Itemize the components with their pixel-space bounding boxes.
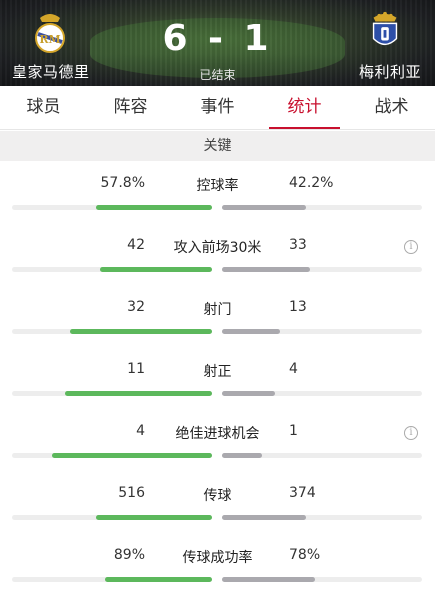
stat-row-shots-on-target: 11 射正 4 xyxy=(0,355,435,417)
home-stat-fill xyxy=(96,205,212,210)
home-stat-bar xyxy=(12,391,212,396)
tab-lineup[interactable]: 阵容 xyxy=(87,86,174,129)
home-stat-fill xyxy=(65,391,212,396)
info-icon[interactable]: i xyxy=(404,426,418,440)
away-stat-fill xyxy=(222,391,276,396)
tab-stats[interactable]: 统计 xyxy=(261,86,348,129)
stat-row-final-third-entries: 42 攻入前场30米 33 i xyxy=(0,231,435,293)
away-stat-value: 13 xyxy=(289,299,307,315)
away-stat-value: 78% xyxy=(289,547,321,563)
home-stat-bar xyxy=(12,515,212,520)
home-stat-bar xyxy=(12,205,212,210)
stat-label: 绝佳进球机会 xyxy=(175,426,260,442)
stat-label: 控球率 xyxy=(196,178,239,194)
away-stat-value: 33 xyxy=(289,237,307,253)
stat-label: 射门 xyxy=(203,302,232,318)
stat-label: 攻入前场30米 xyxy=(173,240,262,256)
home-stat-fill xyxy=(96,515,212,520)
away-stat-value: 1 xyxy=(289,423,298,439)
away-stat-fill xyxy=(222,205,307,210)
stat-label: 传球 xyxy=(203,488,232,504)
away-stat-bar xyxy=(222,577,422,582)
home-stat-fill xyxy=(69,329,212,334)
match-tabs: 球员 阵容 事件 统计 战术 xyxy=(0,86,435,130)
away-team-name[interactable]: 梅利利亚 xyxy=(359,61,421,82)
tab-tactics[interactable]: 战术 xyxy=(348,86,435,129)
away-stat-bar xyxy=(222,205,422,210)
home-stat-bar xyxy=(12,329,212,334)
stat-row-possession: 57.8% 控球率 42.2% xyxy=(0,169,435,231)
away-stat-value: 374 xyxy=(289,485,316,501)
stat-label: 传球成功率 xyxy=(182,550,253,566)
home-stat-bar xyxy=(12,453,212,458)
tab-events[interactable]: 事件 xyxy=(174,86,261,129)
stat-row-pass-accuracy: 89% 传球成功率 78% xyxy=(0,541,435,592)
away-stat-value: 42.2% xyxy=(289,175,334,191)
away-stat-bar xyxy=(222,453,422,458)
section-header-key: 关键 xyxy=(0,131,435,161)
home-stat-fill xyxy=(100,267,212,272)
away-stat-bar xyxy=(222,329,422,334)
away-stat-value: 4 xyxy=(289,361,298,377)
home-stat-bar xyxy=(12,267,212,272)
away-stat-bar xyxy=(222,515,422,520)
away-stat-bar xyxy=(222,267,422,272)
away-stat-fill xyxy=(222,453,262,458)
away-stat-fill xyxy=(222,267,310,272)
stat-row-shots: 32 射门 13 xyxy=(0,293,435,355)
info-icon[interactable]: i xyxy=(404,240,418,254)
home-stat-fill xyxy=(105,577,212,582)
match-header: RM 皇家马德里 6 - 1 已结束 梅利利亚 xyxy=(0,0,435,86)
stat-row-big-chances: 4 绝佳进球机会 1 i xyxy=(0,417,435,479)
stat-label: 射正 xyxy=(203,364,232,380)
away-stat-fill xyxy=(222,329,280,334)
away-stat-bar xyxy=(222,391,422,396)
away-stat-fill xyxy=(222,577,316,582)
home-stat-bar xyxy=(12,577,212,582)
stat-row-passes: 516 传球 374 xyxy=(0,479,435,541)
tab-players[interactable]: 球员 xyxy=(0,86,87,129)
home-stat-fill xyxy=(52,453,212,458)
away-stat-fill xyxy=(222,515,306,520)
match-score: 6 - 1 xyxy=(162,18,273,59)
